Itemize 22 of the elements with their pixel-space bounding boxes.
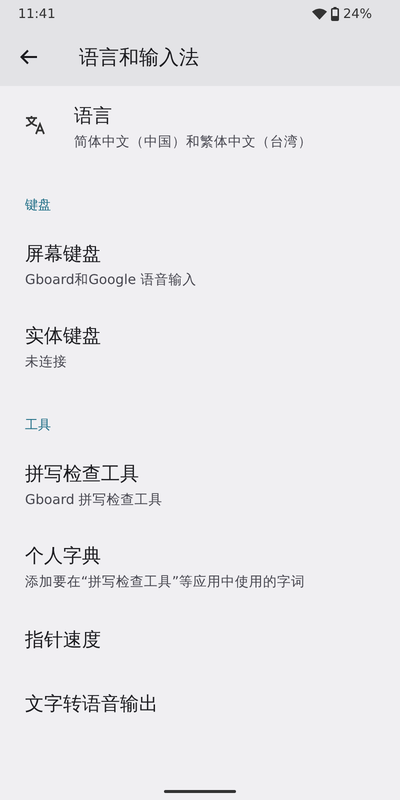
setting-summary: Gboard 拼写检查工具 bbox=[25, 491, 163, 509]
battery-percent: 24% bbox=[343, 6, 372, 22]
setting-title[interactable]: 文字转语音输出 bbox=[25, 691, 158, 717]
setting-title[interactable]: 个人字典 bbox=[25, 543, 101, 569]
setting-title[interactable]: 实体键盘 bbox=[25, 323, 101, 349]
navigation-handle[interactable] bbox=[164, 790, 236, 793]
section-header: 键盘 bbox=[24, 197, 52, 215]
setting-title[interactable]: 屏幕键盘 bbox=[25, 241, 101, 267]
setting-title[interactable]: 拼写检查工具 bbox=[25, 461, 139, 487]
back-arrow-icon bbox=[20, 49, 38, 65]
wifi-icon bbox=[312, 8, 328, 20]
page-title: 语言和输入法 bbox=[79, 44, 199, 70]
translate-icon bbox=[25, 115, 47, 135]
battery-icon bbox=[331, 7, 340, 21]
setting-summary: 未连接 bbox=[25, 353, 67, 371]
status-time: 11:41 bbox=[18, 6, 56, 22]
setting-summary: Gboard和Google 语音输入 bbox=[25, 271, 196, 289]
setting-title[interactable]: 指针速度 bbox=[25, 627, 101, 653]
setting-summary: 添加要在“拼写检查工具”等应用中使用的字词 bbox=[25, 573, 305, 591]
setting-summary: 简体中文（中国）和繁体中文（台湾） bbox=[74, 133, 312, 151]
section-header: 工具 bbox=[24, 417, 52, 435]
setting-title[interactable]: 语言 bbox=[74, 103, 112, 129]
